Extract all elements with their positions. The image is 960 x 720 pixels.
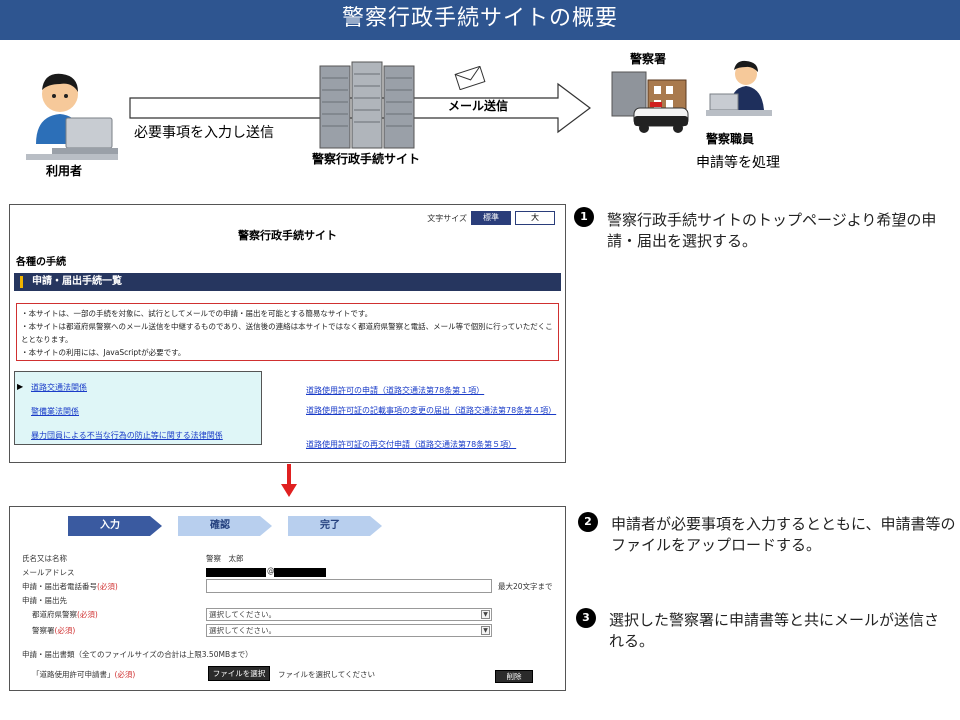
document-name-text: 「道路使用許可申請書」: [32, 670, 115, 679]
input-form-screenshot: 入力 確認 完了 氏名又は名称 警察 太郎 メールアドレス @ 申請・届出者電話…: [9, 506, 566, 691]
step-confirm: 確認: [210, 520, 230, 531]
site-label: 警察行政手続サイト: [312, 152, 421, 166]
step-description: 選択した警察署に申請書等と共にメールが送信される。: [609, 611, 940, 650]
phone-input[interactable]: [206, 579, 492, 593]
phone-label: 申請・届出者電話番号(必須): [22, 581, 118, 592]
station-field-label: 警察署(必須): [32, 625, 75, 636]
select-placeholder: 選択してください。: [209, 626, 277, 635]
font-standard-button[interactable]: 標準: [471, 211, 511, 225]
user-at-laptop-icon: [26, 73, 118, 160]
mail-send-label: メール送信: [448, 99, 509, 113]
step-number-badge: 1: [574, 207, 594, 227]
email-local-masked: [206, 568, 266, 577]
required-mark: (必須): [77, 610, 98, 619]
category-list: ▶ 道路交通法関係 警備業法関係 暴力団員による不当な行為の防止等に関する法律関…: [14, 371, 262, 445]
top-page-screenshot: 文字サイズ 標準 大 警察行政手続サイト 各種の手続 申請・届出手続一覧 ・本サ…: [9, 204, 566, 463]
font-large-button[interactable]: 大: [515, 211, 555, 225]
step-input: 入力: [100, 520, 120, 531]
procedure-link[interactable]: 道路使用許可証の再交付申請（道路交通法第78条第５項）: [306, 439, 556, 451]
procedure-link[interactable]: 道路使用許可の申請（道路交通法第78条第１項）: [306, 385, 556, 397]
phone-note: 最大20文字まで: [498, 582, 553, 591]
file-placeholder: ファイルを選択してください: [278, 670, 376, 679]
step-description: 申請者が必要事項を入力するとともに、申請書等のファイルをアップロードする。: [611, 515, 956, 554]
chevron-down-icon: ▼: [481, 626, 490, 635]
prefecture-label-text: 都道府県警察: [32, 610, 77, 619]
down-arrow: [281, 464, 297, 497]
procedure-link[interactable]: 道路使用許可証の記載事項の変更の届出（道路交通法第78条第４項）: [306, 405, 556, 417]
category-anti-gang[interactable]: 暴力団員による不当な行為の防止等に関する法律関係: [31, 430, 223, 441]
choose-file-button[interactable]: ファイルを選択: [208, 666, 270, 681]
name-label: 氏名又は名称: [22, 554, 67, 563]
procedure-list-band: 申請・届出手続一覧: [14, 273, 561, 291]
phone-label-text: 申請・届出者電話番号: [22, 582, 97, 591]
police-station-icon: [611, 71, 689, 133]
required-mark: (必須): [54, 626, 76, 635]
required-mark: (必須): [114, 670, 136, 679]
staff-label: 警察職員: [706, 132, 755, 146]
page-title: 警察行政手続サイトの概要: [0, 0, 960, 40]
prefecture-select[interactable]: 選択してください。 ▼: [206, 608, 492, 621]
notice-line: ・本サイトの利用には、JavaScriptが必要です。: [21, 348, 186, 357]
site-title: 警察行政手続サイト: [238, 229, 337, 242]
station-label: 警察署: [630, 52, 667, 66]
select-placeholder: 選択してください。: [209, 610, 277, 619]
step-description: 警察行政手続サイトのトップページより希望の申請・届出を選択する。: [607, 211, 937, 250]
station-label-text: 警察署: [32, 626, 55, 635]
delete-button[interactable]: 削除: [495, 670, 533, 683]
name-value: 警察 太郎: [206, 554, 244, 563]
notice-box: ・本サイトは、一部の手続を対象に、試行としてメールでの申請・届出を可能とする簡易…: [16, 303, 559, 361]
documents-label: 申請・届出書類（全てのファイルサイズの合計は上限3.50MBまで）: [22, 650, 253, 659]
overview-diagram: 利用者 必要事項を入力し送信 警察行政手続サイト メール送信 警察署 警察職員 …: [0, 40, 960, 190]
destination-label: 申請・届出先: [22, 596, 67, 605]
category-road-traffic[interactable]: 道路交通法関係: [31, 382, 87, 393]
prefecture-label: 都道府県警察(必須): [32, 609, 98, 620]
document-name-label: 「道路使用許可申請書」(必須): [32, 669, 135, 680]
selected-arrow-icon: ▶: [17, 382, 24, 391]
user-label: 利用者: [46, 164, 83, 178]
input-send-label: 必要事項を入力し送信: [134, 125, 274, 141]
mail-envelope-icon: [454, 66, 486, 90]
step-number-badge: 3: [576, 608, 596, 628]
police-staff-icon: [706, 60, 772, 116]
notice-line: ・本サイトは、一部の手続を対象に、試行としてメールでの申請・届出を可能とする簡易…: [21, 309, 373, 318]
chevron-down-icon: ▼: [481, 610, 490, 619]
font-size-switcher: 文字サイズ 標準 大: [427, 211, 555, 225]
section-title: 各種の手続: [16, 257, 66, 268]
process-label: 申請等を処理: [696, 155, 780, 171]
step-number-badge: 2: [578, 512, 598, 532]
required-mark: (必須): [97, 582, 118, 591]
station-select[interactable]: 選択してください。 ▼: [206, 624, 492, 637]
email-label: メールアドレス: [22, 568, 75, 577]
server-icon: [319, 61, 415, 149]
category-security-business[interactable]: 警備業法関係: [31, 406, 79, 417]
font-size-label: 文字サイズ: [427, 213, 467, 223]
email-domain-masked: [274, 568, 326, 577]
step-complete: 完了: [320, 520, 340, 531]
notice-line: ・本サイトは都道府県警察へのメール送信を中継するものであり、送信後の連絡は本サイ…: [21, 322, 553, 344]
